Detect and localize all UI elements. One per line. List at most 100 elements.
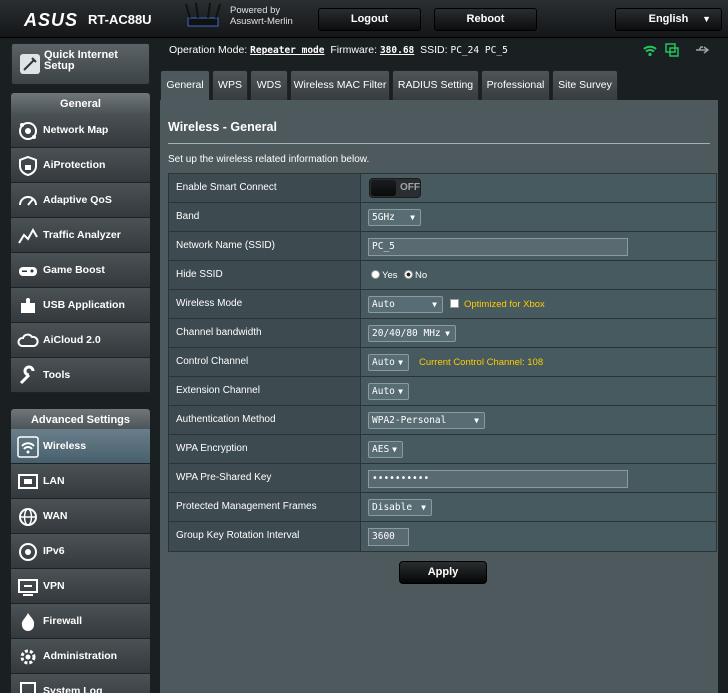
pmf-select[interactable]: Disable ▼ — [368, 499, 432, 516]
wifi-status-icon[interactable] — [642, 42, 658, 58]
ssid-24ghz: PC_24 — [450, 45, 480, 56]
pmf-value: Disable — [372, 502, 413, 513]
sidebar-item-network-map[interactable]: Network Map — [11, 113, 150, 148]
chevron-down-icon: ▼ — [410, 213, 415, 222]
tab-general[interactable]: General — [160, 70, 210, 100]
band-value: 5GHz — [372, 212, 395, 223]
row-smart-connect: Enable Smart Connect OFF — [169, 174, 716, 203]
advanced-settings-heading: Advanced Settings — [11, 409, 150, 431]
channel-bandwidth-select[interactable]: 20/40/80 MHz ▼ — [368, 325, 456, 342]
chevron-down-icon: ▼ — [702, 14, 711, 24]
extension-channel-select[interactable]: Auto ▼ — [368, 383, 409, 400]
tab-wds[interactable]: WDS — [250, 70, 288, 100]
sidebar-item-label: AiProtection — [43, 159, 106, 171]
ssid-label: SSID: — [420, 44, 448, 56]
sidebar-item-ipv6[interactable]: IPv6 — [11, 534, 150, 569]
gamepad-icon — [19, 267, 37, 276]
wpa-encryption-value: AES — [372, 444, 390, 455]
group-key-input[interactable]: 3600 — [368, 528, 409, 546]
auth-method-label: Authentication Method — [169, 406, 361, 434]
quick-setup-label-2: Setup — [44, 60, 75, 72]
channel-bandwidth-value: 20/40/80 MHz — [372, 328, 441, 339]
toggle-state: OFF — [400, 182, 420, 193]
wireless-mode-value: Auto — [372, 299, 395, 310]
logout-button[interactable]: Logout — [318, 8, 421, 31]
sidebar-item-label: Tools — [43, 369, 71, 381]
sidebar-item-lan[interactable]: LAN — [11, 464, 150, 499]
ssid-input[interactable]: PC_5 — [368, 238, 628, 256]
wifi-icon — [17, 436, 39, 458]
log-icon — [20, 682, 36, 693]
sidebar-item-administration[interactable]: Administration — [11, 639, 150, 674]
usb-status-icon[interactable] — [694, 42, 710, 58]
reboot-button[interactable]: Reboot — [434, 8, 537, 31]
row-band: Band 5GHz ▼ — [169, 203, 716, 232]
firmware-link[interactable]: 380.68 — [380, 45, 414, 56]
puzzle-icon — [21, 298, 35, 313]
sidebar-item-label: Traffic Analyzer — [43, 229, 121, 241]
tab-wireless-mac-filter[interactable]: Wireless MAC Filter — [290, 70, 390, 100]
sidebar-item-wireless[interactable]: Wireless — [11, 429, 150, 464]
row-control-channel: Control Channel Auto ▼ Current Control Ch… — [169, 348, 716, 377]
radio-button — [371, 270, 380, 279]
sidebar-item-label: WAN — [43, 510, 68, 522]
row-pmf: Protected Management Frames Disable ▼ — [169, 493, 716, 522]
top-banner: ASUS RT-AC88U Powered by Asuswrt-Merlin … — [0, 0, 728, 38]
sidebar-item-game-boost[interactable]: Game Boost — [11, 253, 150, 288]
sidebar-item-usb-application[interactable]: USB Application — [11, 288, 150, 323]
channel-bandwidth-label: Channel bandwidth — [169, 319, 361, 347]
sidebar-item-label: Firewall — [43, 615, 83, 627]
tab-radius-setting[interactable]: RADIUS Setting — [392, 70, 479, 100]
wireless-mode-select[interactable]: Auto ▼ — [368, 296, 443, 313]
row-wireless-mode: Wireless Mode Auto ▼ Optimized for Xbox — [169, 290, 716, 319]
wpa-encryption-select[interactable]: AES ▼ — [368, 441, 403, 458]
extension-channel-label: Extension Channel — [169, 377, 361, 405]
psk-input[interactable]: •••••••••• — [368, 470, 628, 488]
control-channel-select[interactable]: Auto ▼ — [368, 354, 409, 371]
sidebar-item-vpn[interactable]: VPN — [11, 569, 150, 604]
xbox-checkbox[interactable] — [450, 299, 459, 308]
sidebar-item-adaptive-qos[interactable]: Adaptive QoS — [11, 183, 150, 218]
group-key-label: Group Key Rotation Interval — [169, 522, 361, 551]
wireless-mode-label: Wireless Mode — [169, 290, 361, 318]
language-select[interactable]: English ▼ — [615, 8, 722, 31]
sidebar-item-system-log[interactable]: System Log — [11, 674, 150, 693]
chevron-down-icon: ▼ — [421, 503, 426, 512]
sidebar-item-label: AiCloud 2.0 — [43, 334, 101, 346]
apply-button[interactable]: Apply — [399, 561, 487, 584]
firmware-label: Firmware: — [330, 44, 378, 56]
auth-method-select[interactable]: WPA2-Personal ▼ — [368, 412, 485, 429]
sidebar-item-label: VPN — [43, 580, 65, 592]
smart-connect-toggle[interactable]: OFF — [369, 178, 421, 198]
radio-label: Yes — [382, 270, 398, 281]
operation-mode-link[interactable]: Repeater mode — [250, 45, 324, 56]
firmware-brand: Asuswrt-Merlin — [230, 16, 293, 27]
hide-ssid-no-radio[interactable]: No — [404, 270, 427, 281]
band-select[interactable]: 5GHz ▼ — [368, 209, 421, 226]
sidebar-item-firewall[interactable]: Firewall — [11, 604, 150, 639]
tab-professional[interactable]: Professional — [481, 70, 550, 100]
sidebar-item-wan[interactable]: WAN — [11, 499, 150, 534]
globe-icon — [19, 508, 37, 526]
tab-site-survey[interactable]: Site Survey — [552, 70, 618, 100]
psk-label: WPA Pre-Shared Key — [169, 464, 361, 492]
sidebar-item-aicloud[interactable]: AiCloud 2.0 — [11, 323, 150, 358]
radio-button-selected — [404, 270, 413, 279]
page-title: Wireless - General — [168, 120, 277, 134]
client-status-icon[interactable] — [664, 42, 680, 58]
hide-ssid-yes-radio[interactable]: Yes — [371, 270, 398, 281]
ipv6-icon — [19, 543, 37, 561]
quick-internet-setup-button[interactable]: Quick Internet Setup — [11, 43, 150, 85]
sidebar-item-label: System Log — [43, 685, 103, 693]
tab-wps[interactable]: WPS — [212, 70, 248, 100]
row-channel-bandwidth: Channel bandwidth 20/40/80 MHz ▼ — [169, 319, 716, 348]
page-description: Set up the wireless related information … — [168, 154, 370, 165]
wpa-encryption-label: WPA Encryption — [169, 435, 361, 463]
sidebar-item-traffic-analyzer[interactable]: Traffic Analyzer — [11, 218, 150, 253]
sidebar-item-aiprotection[interactable]: AiProtection — [11, 148, 150, 183]
shield-lock-icon — [19, 155, 37, 177]
sidebar-item-tools[interactable]: Tools — [11, 358, 150, 393]
chevron-down-icon: ▼ — [398, 387, 403, 396]
band-label: Band — [169, 203, 361, 231]
main-panel: Wireless - General Set up the wireless r… — [160, 100, 718, 693]
